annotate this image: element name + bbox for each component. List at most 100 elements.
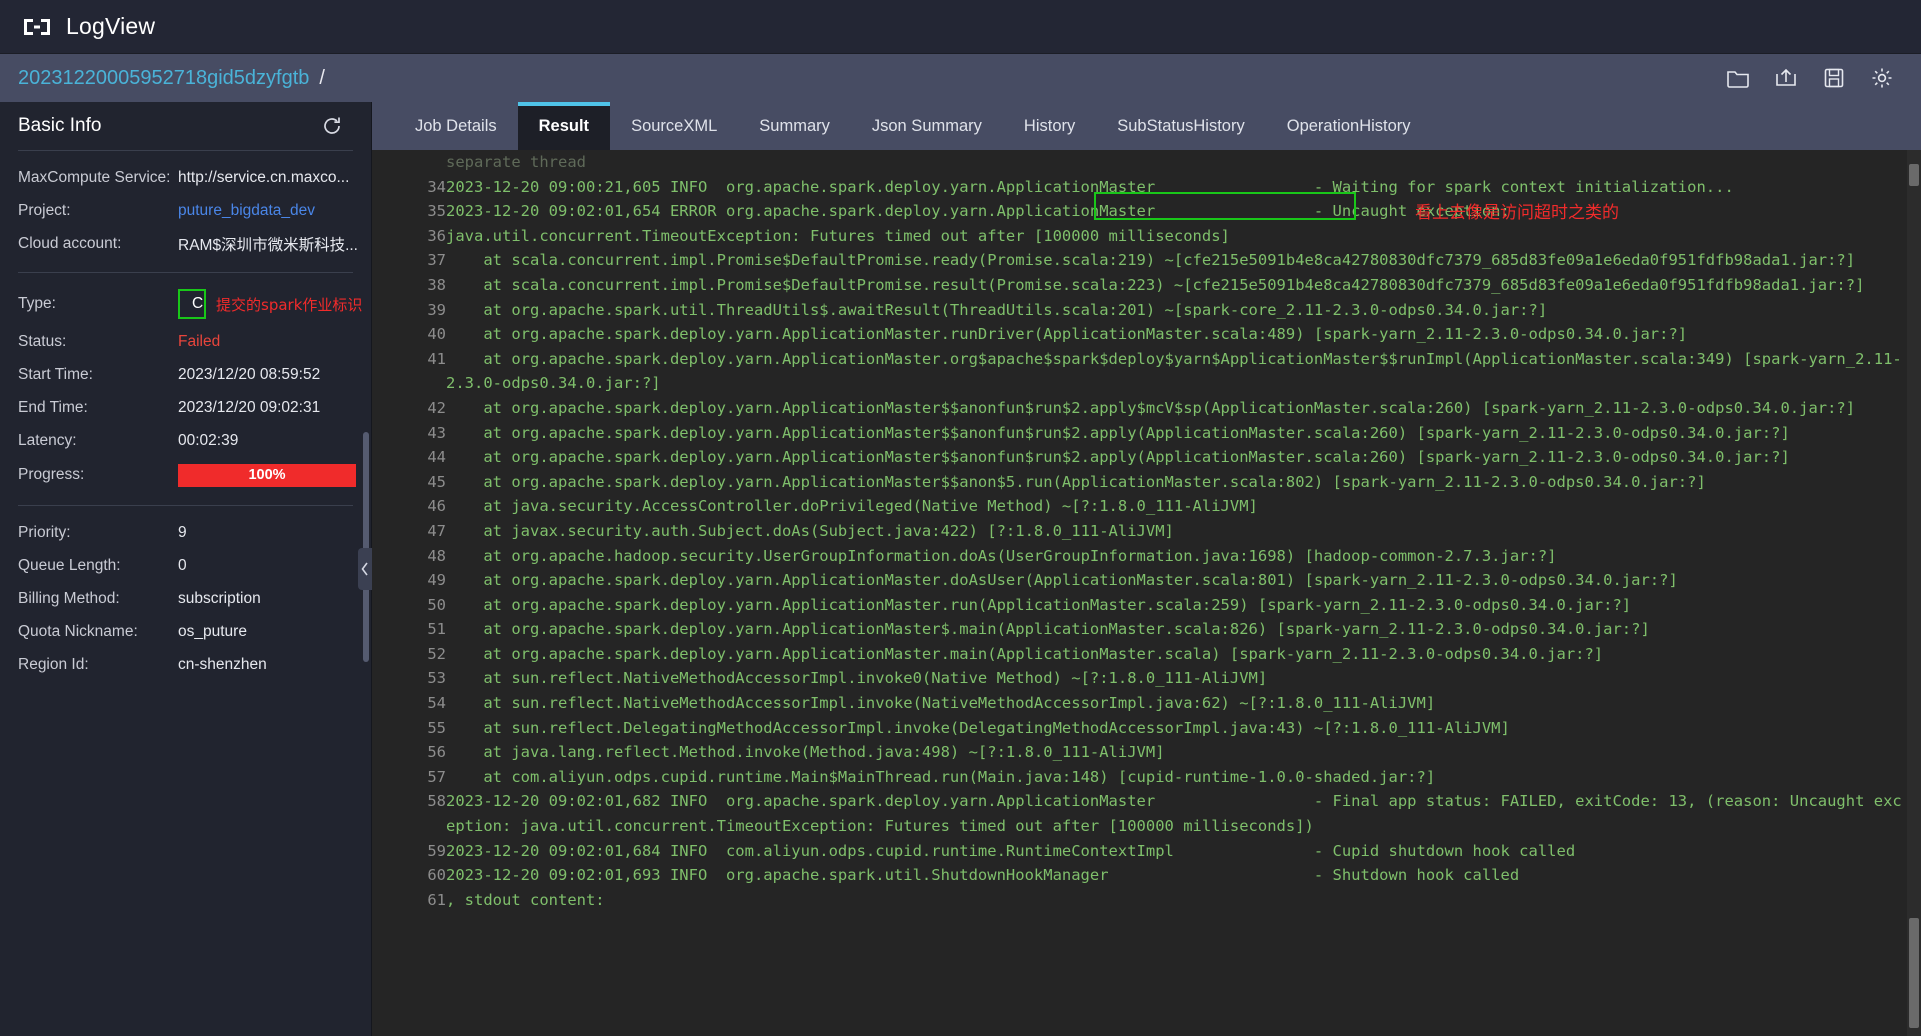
- sidebar-header: Basic Info: [0, 102, 371, 150]
- row-label: Quota Nickname:: [18, 622, 138, 640]
- log-line-number: 51: [427, 620, 446, 639]
- log-line-text: 2023-12-20 09:00:21,605 INFO org.apache.…: [446, 177, 1734, 196]
- log-line-text: at org.apache.spark.deploy.yarn.Applicat…: [446, 595, 1632, 614]
- log-scrollbar-thumb-bottom[interactable]: [1909, 918, 1919, 1028]
- sidebar-row: Project: puture_bigdata_dev: [0, 194, 371, 227]
- sidebar-row: End Time: 2023/12/20 09:02:31: [0, 391, 371, 424]
- log-line-number: 61: [427, 890, 446, 909]
- log-line-number: 37: [427, 251, 446, 270]
- log-line: 41 at org.apache.spark.deploy.yarn.Appli…: [372, 347, 1907, 396]
- breadcrumb-instance-id[interactable]: 20231220005952718gid5dzyfgtb: [18, 67, 309, 90]
- log-line-number: 47: [427, 521, 446, 540]
- log-line-number: 58: [427, 792, 446, 811]
- row-value-latency: 00:02:39: [178, 431, 239, 449]
- log-line-text: at scala.concurrent.impl.Promise$Default…: [446, 275, 1865, 294]
- log-line-text: , stdout content:: [446, 890, 605, 909]
- log-line-text: at org.apache.spark.util.ThreadUtils$.aw…: [446, 300, 1548, 319]
- tab-label: SourceXML: [631, 116, 718, 135]
- tab-sourcexml[interactable]: SourceXML: [610, 102, 738, 150]
- log-line-text: at org.apache.spark.deploy.yarn.Applicat…: [446, 423, 1790, 442]
- sidebar-row: Start Time: 2023/12/20 08:59:52: [0, 358, 371, 391]
- row-label: Project:: [18, 201, 71, 219]
- log-line-text: at com.aliyun.odps.cupid.runtime.Main$Ma…: [446, 767, 1436, 786]
- log-line-text: at org.apache.spark.deploy.yarn.Applicat…: [446, 349, 1902, 393]
- tab-result[interactable]: Result: [517, 102, 611, 150]
- row-value-project[interactable]: puture_bigdata_dev: [178, 202, 315, 220]
- row-value-status: Failed: [178, 332, 221, 350]
- sidebar-row: Queue Length: 0: [0, 549, 371, 582]
- log-line: 53 at sun.reflect.NativeMethodAccessorIm…: [372, 666, 1907, 691]
- log-line-text: at org.apache.spark.deploy.yarn.Applicat…: [446, 644, 1604, 663]
- log-line-text: at org.apache.hadoop.security.UserGroupI…: [446, 546, 1557, 565]
- row-value-cloud-account: RAM$深圳市微米斯科技...: [178, 236, 358, 254]
- log-line-number: 46: [427, 497, 446, 516]
- row-label: Type:: [18, 295, 56, 312]
- tab-label: SubStatusHistory: [1117, 116, 1245, 135]
- log-line: 39 at org.apache.spark.util.ThreadUtils$…: [372, 298, 1907, 323]
- tab-label: Job Details: [415, 116, 497, 135]
- folder-open-icon[interactable]: [1725, 65, 1751, 91]
- log-line-number: 43: [427, 423, 446, 442]
- sidebar-row: Type: CUPID 提交的spark作业标识: [0, 283, 371, 325]
- log-line: 48 at org.apache.hadoop.security.UserGro…: [372, 544, 1907, 569]
- log-line: 49 at org.apache.spark.deploy.yarn.Appli…: [372, 568, 1907, 593]
- log-line: 42 at org.apache.spark.deploy.yarn.Appli…: [372, 396, 1907, 421]
- row-label: Billing Method:: [18, 589, 120, 607]
- log-line-number: 59: [427, 841, 446, 860]
- log-table: separate thread 34 2023-12-20 09:00:21,605…: [372, 150, 1907, 912]
- tab-history[interactable]: History: [1003, 102, 1096, 150]
- refresh-icon[interactable]: [321, 115, 343, 137]
- tab-json-summary[interactable]: Json Summary: [851, 102, 1003, 150]
- row-value-quota-nickname: os_puture: [178, 622, 247, 640]
- log-scrollbar-thumb-top[interactable]: [1909, 164, 1919, 186]
- log-line-text: at java.security.AccessController.doPriv…: [446, 497, 1258, 516]
- basic-info-sidebar: Basic Info MaxCompute Service: http://se…: [0, 102, 372, 1036]
- annotation-type-note: 提交的spark作业标识: [216, 295, 363, 314]
- sidebar-collapse-handle[interactable]: [358, 548, 372, 590]
- sidebar-title: Basic Info: [18, 115, 102, 136]
- log-line-text: separate thread: [446, 153, 586, 171]
- log-line: 46 at java.security.AccessController.doP…: [372, 494, 1907, 519]
- log-line-text: at javax.security.auth.Subject.doAs(Subj…: [446, 521, 1174, 540]
- row-label: Priority:: [18, 523, 71, 541]
- row-label: End Time:: [18, 398, 88, 416]
- row-label: Queue Length:: [18, 556, 121, 574]
- log-line: 43 at org.apache.spark.deploy.yarn.Appli…: [372, 421, 1907, 446]
- gear-icon[interactable]: [1869, 65, 1895, 91]
- row-value-region-id: cn-shenzhen: [178, 655, 267, 673]
- log-line-number: [372, 150, 446, 175]
- tab-job-details[interactable]: Job Details: [394, 102, 518, 150]
- row-value-start-time: 2023/12/20 08:59:52: [178, 365, 321, 383]
- save-disk-icon[interactable]: [1821, 65, 1847, 91]
- log-line-number: 39: [427, 300, 446, 319]
- sidebar-row: Status: Failed: [0, 325, 371, 358]
- tab-operationhistory[interactable]: OperationHistory: [1266, 102, 1432, 150]
- tab-summary[interactable]: Summary: [738, 102, 851, 150]
- tab-substatushistory[interactable]: SubStatusHistory: [1096, 102, 1265, 150]
- share-out-icon[interactable]: [1773, 65, 1799, 91]
- sidebar-row: Progress: 100%: [0, 457, 371, 493]
- log-line: 34 2023-12-20 09:00:21,605 INFO org.apach…: [372, 175, 1907, 200]
- log-line: 35 2023-12-20 09:02:01,654 ERROR org.apac…: [372, 199, 1907, 224]
- log-line-number: 52: [427, 644, 446, 663]
- log-scroll-area[interactable]: separate thread 34 2023-12-20 09:00:21,605…: [372, 150, 1907, 1036]
- log-line-text: at sun.reflect.NativeMethodAccessorImpl.…: [446, 669, 1268, 688]
- tab-label: Json Summary: [871, 116, 982, 135]
- log-scrollbar-track[interactable]: [1907, 150, 1921, 1036]
- logview-window: LogView 20231220005952718gid5dzyfgtb / B…: [0, 0, 1921, 1036]
- row-label: Status:: [18, 332, 67, 350]
- log-line: 51 at org.apache.spark.deploy.yarn.Appli…: [372, 617, 1907, 642]
- main-panel: Job Details Result SourceXML Summary Jso…: [372, 102, 1921, 1036]
- log-line-text: at org.apache.spark.deploy.yarn.Applicat…: [446, 472, 1706, 491]
- row-value-type: CUPID: [178, 289, 206, 319]
- log-line: 45 at org.apache.spark.deploy.yarn.Appli…: [372, 470, 1907, 495]
- sidebar-scrollbar[interactable]: [363, 432, 369, 662]
- sidebar-row: MaxCompute Service: http://service.cn.ma…: [0, 161, 371, 194]
- log-line-number: 36: [427, 226, 446, 245]
- row-value-priority: 9: [178, 523, 187, 541]
- log-line-number: 34: [427, 177, 446, 196]
- row-label: Latency:: [18, 431, 77, 449]
- log-line-text: at scala.concurrent.impl.Promise$Default…: [446, 251, 1856, 270]
- log-line-number: 60: [427, 866, 446, 885]
- log-line-number: 49: [427, 571, 446, 590]
